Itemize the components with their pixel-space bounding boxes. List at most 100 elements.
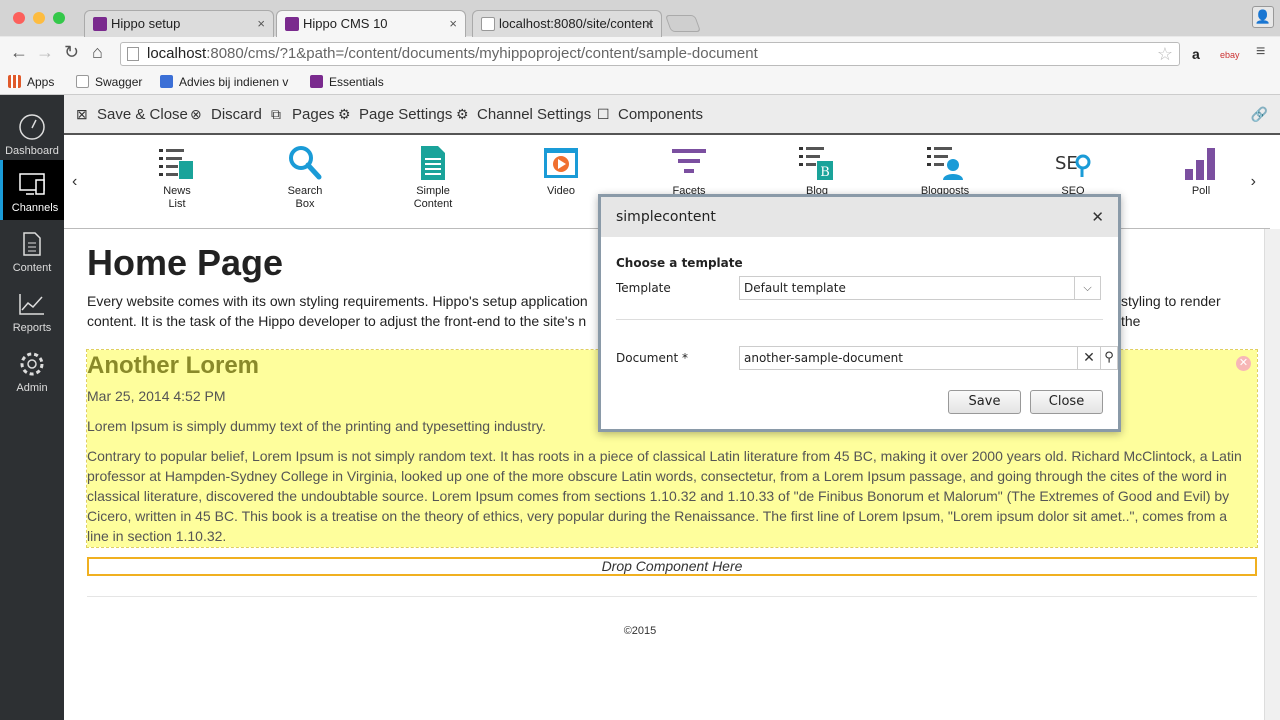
- catalog-item-poll[interactable]: Poll: [1161, 145, 1241, 198]
- catalog-item-simple-content[interactable]: Simple Content: [393, 145, 473, 211]
- search-icon[interactable]: ⚲: [1101, 346, 1118, 370]
- forward-icon[interactable]: →: [36, 42, 54, 63]
- bookmark-swagger[interactable]: Swagger: [76, 75, 142, 89]
- components-button[interactable]: ☐ Components: [597, 106, 703, 123]
- template-label: Template: [616, 281, 671, 295]
- minimize-window-button[interactable]: [33, 12, 45, 24]
- content-icon: [23, 232, 41, 256]
- address-bar[interactable]: localhost:8080/cms/?1&path=/content/docu…: [120, 42, 1180, 66]
- catalog-next-arrow[interactable]: ›: [1251, 173, 1256, 191]
- button-label: Pages: [292, 106, 335, 123]
- profile-icon[interactable]: 👤: [1252, 6, 1274, 28]
- sidebar-label: Reports: [12, 322, 52, 334]
- page-title: Home Page: [87, 242, 284, 283]
- seo-icon: SE: [1055, 153, 1091, 177]
- catalog-item-search-box[interactable]: Search Box: [265, 145, 345, 211]
- amazon-extension-icon[interactable]: a: [1192, 46, 1200, 62]
- sidebar-label: Dashboard: [5, 145, 59, 157]
- button-label: Discard: [211, 106, 262, 123]
- facets-icon: [672, 149, 706, 173]
- browser-chrome: Hippo setup × Hippo CMS 10 × localhost:8…: [0, 0, 1280, 95]
- close-button[interactable]: Close: [1030, 390, 1103, 414]
- page-settings-button[interactable]: ⚙ Page Settings: [338, 106, 452, 123]
- ebay-extension-icon[interactable]: ebay: [1220, 50, 1240, 60]
- catalog-label: Box: [295, 198, 315, 210]
- catalog-item-blog[interactable]: B Blog: [777, 145, 857, 198]
- save-button[interactable]: Save: [948, 390, 1021, 414]
- catalog-item-facets[interactable]: Facets: [649, 145, 729, 198]
- divider: [616, 319, 1103, 320]
- components-icon: ☐: [597, 106, 610, 122]
- sidebar-label: Admin: [16, 382, 48, 394]
- new-tab-button[interactable]: [664, 15, 702, 32]
- tab-localhost-site[interactable]: localhost:8080/site/content ×: [472, 10, 662, 37]
- tab-title: localhost:8080/site/content: [499, 16, 653, 31]
- cb-icon: [160, 75, 173, 88]
- link-icon[interactable]: 🔗: [1251, 106, 1268, 123]
- sidebar-item-content[interactable]: Content: [0, 220, 64, 280]
- tab-close-icon[interactable]: ×: [257, 11, 265, 37]
- pages-button[interactable]: ⧉ Pages: [271, 106, 335, 123]
- sidebar-label: Content: [12, 262, 52, 274]
- bookmark-label: Swagger: [95, 75, 143, 89]
- maximize-window-button[interactable]: [53, 12, 65, 24]
- gear-icon: [20, 352, 44, 376]
- reload-icon[interactable]: ↻: [64, 42, 79, 63]
- page-scrollbar[interactable]: [1264, 229, 1280, 720]
- home-icon[interactable]: ⌂: [92, 42, 103, 63]
- sidebar-item-reports[interactable]: Reports: [0, 280, 64, 340]
- template-select[interactable]: Default template ⌵: [739, 276, 1101, 300]
- tab-close-icon[interactable]: ×: [449, 11, 457, 37]
- catalog-item-seo[interactable]: SE SEO: [1033, 145, 1113, 198]
- hippo-favicon-icon: [285, 17, 299, 31]
- menu-icon[interactable]: ≡: [1256, 43, 1265, 61]
- tab-hippo-setup[interactable]: Hippo setup ×: [84, 10, 274, 37]
- bookmark-label: Advies bij indienen v: [179, 75, 289, 89]
- clear-icon[interactable]: ✕: [1078, 346, 1101, 370]
- drop-zone[interactable]: Drop Component Here: [87, 557, 1257, 576]
- sidebar-item-admin[interactable]: Admin: [0, 340, 64, 400]
- poll-icon: [1185, 148, 1215, 180]
- gear-icon: ⚙: [338, 106, 351, 122]
- svg-text:SE: SE: [1055, 153, 1078, 174]
- catalog-label: Simple: [416, 185, 450, 197]
- close-window-button[interactable]: [13, 12, 25, 24]
- simple-content-icon: [421, 146, 445, 180]
- bookmark-apps[interactable]: Apps: [8, 75, 54, 89]
- bookmark-star-icon[interactable]: ☆: [1157, 43, 1173, 65]
- article-summary: Lorem Ipsum is simply dummy text of the …: [87, 418, 546, 434]
- bookmark-essentials[interactable]: Essentials: [310, 75, 384, 89]
- gear-icon: ⚙: [456, 106, 469, 122]
- search-box-icon: [289, 146, 322, 180]
- save-close-button[interactable]: ⊠ Save & Close: [76, 106, 188, 123]
- section-heading: Choose a template: [616, 256, 743, 270]
- apps-icon: [8, 75, 21, 88]
- button-label: Page Settings: [359, 106, 453, 123]
- hippo-icon: [310, 75, 323, 88]
- catalog-item-news-list[interactable]: News List: [137, 145, 217, 211]
- close-icon[interactable]: ✕: [1091, 197, 1104, 237]
- document-field[interactable]: another-sample-document: [739, 346, 1078, 370]
- sidebar-item-channels[interactable]: Channels: [0, 160, 64, 220]
- article-body: Contrary to popular belief, Lorem Ipsum …: [87, 448, 1242, 544]
- discard-button[interactable]: ⊗ Discard: [190, 106, 262, 123]
- pages-icon: ⧉: [271, 106, 281, 122]
- dashboard-icon: [19, 114, 45, 140]
- intro-text: Every website comes with its own styling…: [87, 293, 588, 309]
- address-path: :8080/cms/?1&path=/content/documents/myh…: [206, 45, 758, 62]
- divider: [87, 596, 1257, 597]
- catalog-item-blogposts[interactable]: Blogposts: [905, 145, 985, 198]
- hippo-favicon-icon: [93, 17, 107, 31]
- tab-close-icon[interactable]: ×: [645, 11, 653, 37]
- button-label: Channel Settings: [477, 106, 592, 123]
- channel-settings-button[interactable]: ⚙ Channel Settings: [456, 106, 591, 123]
- chevron-down-icon[interactable]: ⌵: [1074, 277, 1100, 299]
- catalog-label: Video: [547, 185, 575, 197]
- remove-component-icon[interactable]: ✕: [1236, 356, 1251, 371]
- back-icon[interactable]: ←: [10, 42, 28, 63]
- catalog-item-video[interactable]: Video: [521, 145, 601, 198]
- catalog-prev-arrow[interactable]: ‹: [72, 173, 77, 191]
- tab-hippo-cms[interactable]: Hippo CMS 10 ×: [276, 10, 466, 37]
- sidebar-item-dashboard[interactable]: Dashboard: [0, 103, 64, 163]
- bookmark-advies[interactable]: Advies bij indienen v: [160, 75, 288, 89]
